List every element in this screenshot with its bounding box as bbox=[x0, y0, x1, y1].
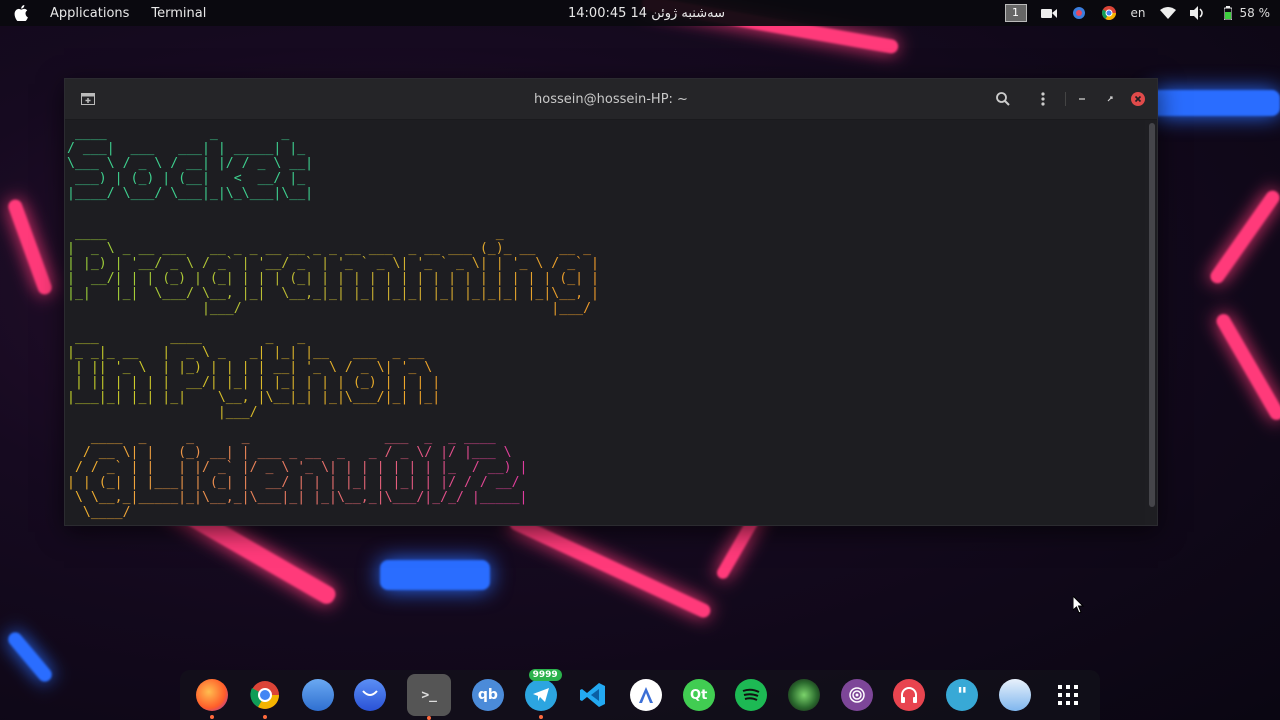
terminal-prompt-glyph: >_ bbox=[421, 687, 437, 703]
top-bar: Applications Terminal 14:00:45 14 سه‌شنب… bbox=[0, 0, 1280, 26]
podcast-icon[interactable] bbox=[893, 679, 926, 711]
volume-icon[interactable] bbox=[1189, 5, 1206, 21]
dock: >_ qb 9999 Qt " bbox=[180, 669, 1100, 720]
neon-bar bbox=[507, 514, 713, 620]
ascii-programming: ____ _ | _ \ _ __ ___ __ _ _ __ __ _ _ _… bbox=[67, 226, 599, 316]
android-studio-icon[interactable] bbox=[629, 679, 662, 711]
running-indicator bbox=[210, 715, 215, 719]
maximize-icon[interactable] bbox=[1101, 90, 1119, 108]
quotes-icon[interactable]: " bbox=[946, 679, 979, 711]
neon-bar bbox=[1213, 311, 1280, 423]
battery-icon[interactable] bbox=[1220, 5, 1236, 21]
camera-icon[interactable] bbox=[1040, 5, 1057, 21]
tor-icon[interactable] bbox=[840, 679, 873, 711]
minimize-icon[interactable] bbox=[1073, 90, 1091, 108]
ascii-handle: ____ _ _ _ ___ _ _ ____ / __ \| | (_) __… bbox=[67, 430, 528, 520]
neon-bar bbox=[6, 197, 54, 297]
scrollbar[interactable] bbox=[1149, 123, 1155, 507]
neon-bar bbox=[1150, 90, 1280, 116]
running-indicator bbox=[263, 715, 268, 719]
wifi-icon[interactable] bbox=[1159, 5, 1176, 21]
terminal-window[interactable]: hossein@hossein-HP: ~ ____ _ _ / ___| __… bbox=[64, 78, 1158, 526]
qt-creator-icon[interactable]: Qt bbox=[682, 679, 715, 711]
firefox-icon[interactable] bbox=[196, 679, 229, 719]
mouse-cursor-icon bbox=[1072, 594, 1085, 618]
workspace-indicator[interactable]: 1 bbox=[1004, 4, 1027, 22]
window-titlebar[interactable]: hossein@hossein-HP: ~ bbox=[65, 79, 1157, 120]
ascii-socket: ____ _ _ / ___| ___ ___| | _____| |_ \__… bbox=[67, 126, 314, 201]
telegram-badge: 9999 bbox=[528, 669, 562, 681]
vscode-icon[interactable] bbox=[577, 679, 609, 711]
telegram-icon[interactable]: 9999 bbox=[524, 669, 562, 719]
notes-icon[interactable] bbox=[998, 679, 1031, 711]
tray-app-icon[interactable] bbox=[1071, 5, 1087, 21]
neon-bar bbox=[1207, 187, 1280, 287]
menu-applications[interactable]: Applications bbox=[50, 6, 129, 21]
app-grid-icon[interactable] bbox=[1052, 679, 1084, 711]
spotify-icon[interactable] bbox=[735, 679, 768, 711]
battery-percent: 58 % bbox=[1239, 6, 1271, 20]
menu-terminal[interactable]: Terminal bbox=[151, 6, 206, 21]
terminal-icon[interactable]: >_ bbox=[407, 674, 452, 720]
chrome-tray-icon[interactable] bbox=[1101, 5, 1117, 21]
close-icon[interactable] bbox=[1129, 90, 1147, 108]
titlebar-separator bbox=[1065, 92, 1066, 106]
chrome-icon[interactable] bbox=[249, 679, 281, 719]
running-indicator bbox=[427, 716, 432, 720]
browser-icon[interactable] bbox=[788, 679, 821, 711]
neon-bar bbox=[5, 629, 55, 685]
qbittorrent-icon[interactable]: qb bbox=[471, 679, 504, 711]
terminal-output[interactable]: ____ _ _ / ___| ___ ___| | _____| |_ \__… bbox=[65, 120, 1145, 525]
neon-bar bbox=[380, 560, 490, 590]
menu-dots-icon[interactable] bbox=[1034, 90, 1052, 108]
files-icon[interactable] bbox=[301, 679, 334, 711]
keyboard-language[interactable]: en bbox=[1131, 6, 1146, 20]
ascii-in-python: ___ ____ _ _ |_ _|_ __ | _ \ _ _| |_| |_… bbox=[67, 330, 441, 420]
apple-logo-icon[interactable] bbox=[14, 5, 28, 21]
mail-icon[interactable] bbox=[354, 679, 387, 711]
clock[interactable]: 14:00:45 14 سه‌شنبه ژوئن bbox=[568, 6, 725, 21]
running-indicator bbox=[538, 715, 543, 719]
search-icon[interactable] bbox=[994, 90, 1012, 108]
